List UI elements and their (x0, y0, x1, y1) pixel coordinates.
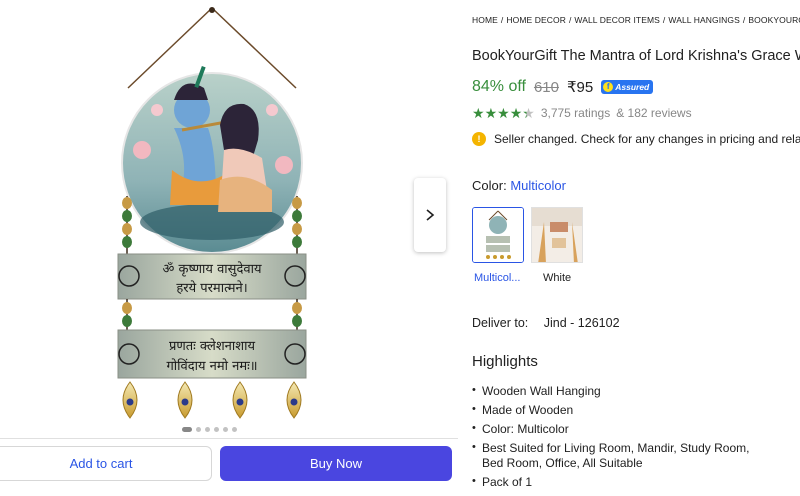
pager-dot[interactable] (214, 427, 219, 432)
highlights-list: Wooden Wall Hanging Made of Wooden Color… (472, 383, 772, 494)
plank-text-line1: ॐ कृष्णाय वासुदेवाय (162, 261, 261, 277)
pager-dot[interactable] (223, 427, 228, 432)
assured-label: Assured (615, 82, 650, 92)
breadcrumb-item-home-decor[interactable]: HOME DECOR (506, 15, 566, 25)
selected-color: Multicolor (510, 178, 566, 193)
list-item: Pack of 1 (472, 474, 772, 490)
buy-now-button[interactable]: Buy Now (220, 446, 452, 481)
color-option-label-white[interactable]: White (543, 272, 571, 284)
product-gallery: ॐ कृष्णाय वासुदेवाय हरये परमात्मने। प्रण… (0, 0, 460, 496)
star-icon: ★ (472, 105, 485, 121)
info-icon: ! (472, 132, 486, 146)
reviews-count: & 182 reviews (616, 106, 692, 120)
color-option-label-multicolor[interactable]: Multicol... (474, 272, 520, 284)
white-thumbnail (532, 208, 582, 262)
breadcrumb-item-home[interactable]: HOME (472, 15, 498, 25)
pager-dot[interactable] (232, 427, 237, 432)
list-item: Wooden Wall Hanging (472, 383, 772, 399)
original-price: 610 (533, 78, 559, 96)
product-details: HOME / HOME DECOR / WALL DECOR ITEMS / WALL HA… (472, 0, 800, 496)
deliver-to-label: Deliver to: (472, 316, 529, 330)
color-option-multicolor[interactable] (472, 207, 524, 263)
star-icon: ★ (522, 105, 535, 121)
multicolor-thumbnail (473, 208, 523, 262)
star-icon: ★ (484, 105, 498, 121)
image-pager (182, 427, 237, 432)
pager-dot[interactable] (205, 427, 210, 432)
plank-text-line2: हरये परमात्मने। (176, 280, 247, 296)
seller-notice: ! Seller changed. Check for any changes … (472, 132, 800, 146)
ratings-count: 3,775 ratings (540, 106, 611, 120)
color-option-white[interactable] (531, 207, 583, 263)
chevron-right-icon (426, 209, 435, 221)
breadcrumb-item-wall-decor[interactable]: WALL DECOR ITEMS (574, 15, 660, 25)
selling-price: ₹95 (567, 79, 594, 96)
next-image-button[interactable] (414, 178, 446, 252)
price-row: 84% off 610 ₹95 f Assured (472, 78, 654, 96)
color-selector-label: Color: Multicolor (472, 178, 566, 193)
breadcrumb-item-wall-hangings[interactable]: WALL HANGINGS (668, 15, 740, 25)
list-item: Color: Multicolor (472, 421, 772, 437)
color-label: Color: (472, 178, 507, 193)
delivery-info[interactable]: Deliver to: Jind - 126102 (472, 316, 620, 330)
list-item: Made of Wooden (472, 402, 772, 418)
highlights-title: Highlights (472, 353, 538, 370)
product-image[interactable]: ॐ कृष्णाय वासुदेवाय हरये परमात्मने। प्रण… (112, 0, 312, 420)
star-icon: ★ (497, 105, 510, 121)
delivery-location[interactable]: Jind - 126102 (544, 316, 620, 330)
add-to-cart-button[interactable]: Add to cart (0, 446, 212, 481)
plank-text-line3: प्रणतः क्लेशनाशाय (169, 338, 255, 354)
discount-percent: 84% off (472, 78, 526, 95)
plank-text-line4: गोविंदाय नमो नमः॥ (166, 358, 257, 374)
divider (0, 438, 458, 439)
star-rating: ★ ★ ★ ★ ★ (472, 106, 535, 120)
list-item: Best Suited for Living Room, Mandir, Stu… (472, 440, 772, 471)
rating-row[interactable]: ★ ★ ★ ★ ★ 3,775 ratings & 182 reviews (472, 106, 692, 120)
product-title: BookYourGift The Mantra of Lord Krishna'… (472, 48, 800, 64)
pager-dot[interactable] (196, 427, 201, 432)
breadcrumb: HOME / HOME DECOR / WALL DECOR ITEMS / WALL HA… (472, 15, 800, 25)
assured-badge-icon: f Assured (601, 80, 654, 94)
seller-notice-text: Seller changed. Check for any changes in… (494, 132, 800, 146)
pager-dot[interactable] (182, 427, 192, 432)
star-icon: ★ (509, 105, 523, 121)
breadcrumb-item-brand[interactable]: BOOKYOURGIF (748, 15, 800, 25)
